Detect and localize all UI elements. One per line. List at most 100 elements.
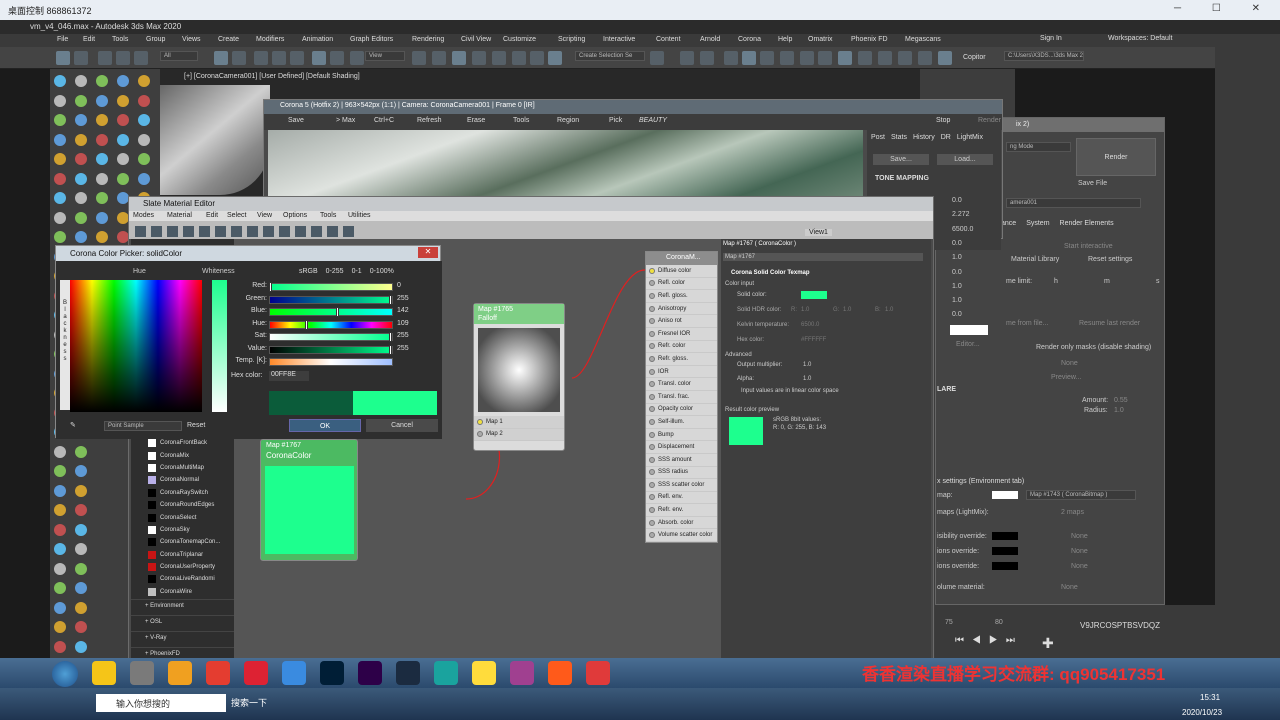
menu-edit[interactable]: Edit: [83, 34, 95, 45]
browser-group[interactable]: + OSL: [131, 615, 234, 631]
slate-menu-select[interactable]: Select: [227, 212, 246, 219]
playback-controls[interactable]: ⏮◀▶⏭: [955, 635, 1023, 646]
mtl-slot[interactable]: Refr. gloss.: [646, 353, 717, 366]
toolbar-tool-icon[interactable]: [680, 51, 694, 65]
tab-stats[interactable]: Stats: [891, 134, 907, 141]
vfb-stop-button[interactable]: Stop: [936, 117, 950, 124]
menu-group[interactable]: Group: [146, 34, 165, 45]
socket-icon[interactable]: [649, 494, 655, 501]
tone-value[interactable]: 6500.0: [952, 226, 973, 233]
toolbar-tool-icon[interactable]: [98, 51, 112, 65]
tool-icon[interactable]: [75, 562, 87, 575]
toolbar-tool-icon[interactable]: [858, 51, 872, 65]
browser-item[interactable]: CoronaSky: [131, 524, 234, 536]
slate-view-tab[interactable]: View1: [805, 229, 832, 236]
taskbar-app-icon[interactable]: [434, 661, 458, 685]
menu-views[interactable]: Views: [182, 34, 201, 45]
menu-omatrix[interactable]: Omatrix: [808, 34, 833, 45]
tool-icon[interactable]: [54, 484, 66, 497]
socket-icon[interactable]: [649, 355, 655, 362]
slate-tool-icon[interactable]: [183, 226, 194, 237]
menu-content[interactable]: Content: [656, 34, 681, 45]
view-dropdown[interactable]: View: [365, 51, 405, 61]
tool-icon[interactable]: [54, 192, 66, 204]
taskbar-app-icon[interactable]: [206, 661, 230, 685]
node-corona-color[interactable]: Map #1767 CoronaColor: [260, 439, 358, 561]
toolbar-tool-icon[interactable]: [760, 51, 774, 65]
mtl-slot[interactable]: Aniso rot: [646, 315, 717, 328]
tool-icon[interactable]: [54, 601, 66, 614]
vfb-tool-erase[interactable]: Erase: [467, 117, 485, 124]
tab-system[interactable]: System: [1026, 220, 1049, 227]
tool-icon[interactable]: [54, 94, 66, 107]
socket-icon[interactable]: [649, 481, 655, 488]
menu-modifiers[interactable]: Modifiers: [256, 34, 284, 45]
toolbar-tool-icon[interactable]: [312, 51, 326, 65]
slate-menu-options[interactable]: Options: [283, 212, 307, 219]
tool-icon[interactable]: [54, 153, 66, 165]
picker-slider[interactable]: [269, 320, 393, 329]
param-kelvin-radio[interactable]: Kelvin temperature:: [737, 322, 789, 328]
node-corona-mtl[interactable]: CoronaM... Diffuse color Refl. color Refl.…: [645, 251, 718, 543]
preview-button[interactable]: Preview...: [1051, 374, 1081, 381]
taskbar-app-icon[interactable]: [282, 661, 306, 685]
taskbar-app-icon[interactable]: [168, 661, 192, 685]
close-icon[interactable]: ✕: [418, 247, 438, 258]
point-sample-dropdown[interactable]: Point Sample: [104, 421, 182, 431]
tool-icon[interactable]: [75, 601, 87, 614]
taskbar-app-icon[interactable]: [358, 661, 382, 685]
refr-swatch[interactable]: [992, 562, 1018, 570]
start-button[interactable]: [52, 661, 78, 687]
picker-row-value[interactable]: 255: [397, 295, 429, 302]
browser-group[interactable]: + V-Ray: [131, 631, 234, 647]
selection-filter-dropdown[interactable]: All: [160, 51, 198, 61]
socket-icon[interactable]: [649, 368, 655, 375]
toolbar-tool-icon[interactable]: [724, 51, 738, 65]
slate-tool-icon[interactable]: [215, 226, 226, 237]
tool-icon[interactable]: [75, 465, 87, 477]
tone-value[interactable]: 1.0: [952, 283, 962, 290]
vfb-load-button[interactable]: Load...: [937, 154, 993, 165]
mtl-slot[interactable]: Refr. color: [646, 341, 717, 354]
search-button[interactable]: 搜索一下: [231, 696, 267, 709]
tool-icon[interactable]: [75, 640, 87, 653]
menu-file[interactable]: File: [57, 34, 68, 45]
mtl-slot[interactable]: Anisotropy: [646, 303, 717, 316]
menu-customize[interactable]: Customize: [503, 34, 536, 45]
taskbar-app-icon[interactable]: [396, 661, 420, 685]
taskbar-app-icon[interactable]: [130, 661, 154, 685]
tool-icon[interactable]: [138, 172, 150, 185]
tool-icon[interactable]: [54, 133, 66, 146]
param-solid-color-radio[interactable]: Solid color:: [737, 292, 767, 298]
tool-icon[interactable]: [75, 192, 87, 204]
tool-icon[interactable]: [75, 582, 87, 594]
toolbar-tool-icon[interactable]: [530, 51, 544, 65]
mtl-slot[interactable]: Absorb. color: [646, 517, 717, 530]
tone-value[interactable]: 1.0: [952, 297, 962, 304]
tone-value[interactable]: 0.0: [952, 311, 962, 318]
tool-icon[interactable]: [54, 114, 66, 126]
vfb-tool-max[interactable]: > Max: [336, 117, 355, 124]
sign-in-button[interactable]: Sign In: [1040, 35, 1062, 42]
mtl-slot[interactable]: Bump: [646, 429, 717, 442]
mtl-slot[interactable]: Refl. color: [646, 278, 717, 291]
menu-arnold[interactable]: Arnold: [700, 34, 720, 45]
picker-row-value[interactable]: 142: [397, 307, 429, 314]
save-file-checkbox[interactable]: Save File: [1078, 180, 1107, 187]
toolbar-tool-icon[interactable]: [938, 51, 952, 65]
radius-value[interactable]: 1.0: [1114, 407, 1124, 414]
slider-handle[interactable]: [305, 319, 308, 330]
tool-icon[interactable]: [117, 172, 129, 185]
vfb-tool-tools[interactable]: Tools: [513, 117, 529, 124]
browser-item[interactable]: CoronaLiveRandomi: [131, 573, 234, 585]
menu-phoenix-fd[interactable]: Phoenix FD: [851, 34, 888, 45]
browser-item[interactable]: CoronaRaySwitch: [131, 487, 234, 499]
tool-icon[interactable]: [54, 445, 66, 458]
picker-slider[interactable]: [269, 283, 393, 291]
tool-icon[interactable]: [75, 445, 87, 458]
taskbar-app-icon[interactable]: [244, 661, 268, 685]
toolbar-tool-icon[interactable]: [650, 51, 664, 65]
tool-icon[interactable]: [75, 621, 87, 633]
tool-icon[interactable]: [54, 523, 66, 536]
eyedropper-icon[interactable]: ✎: [70, 421, 76, 429]
